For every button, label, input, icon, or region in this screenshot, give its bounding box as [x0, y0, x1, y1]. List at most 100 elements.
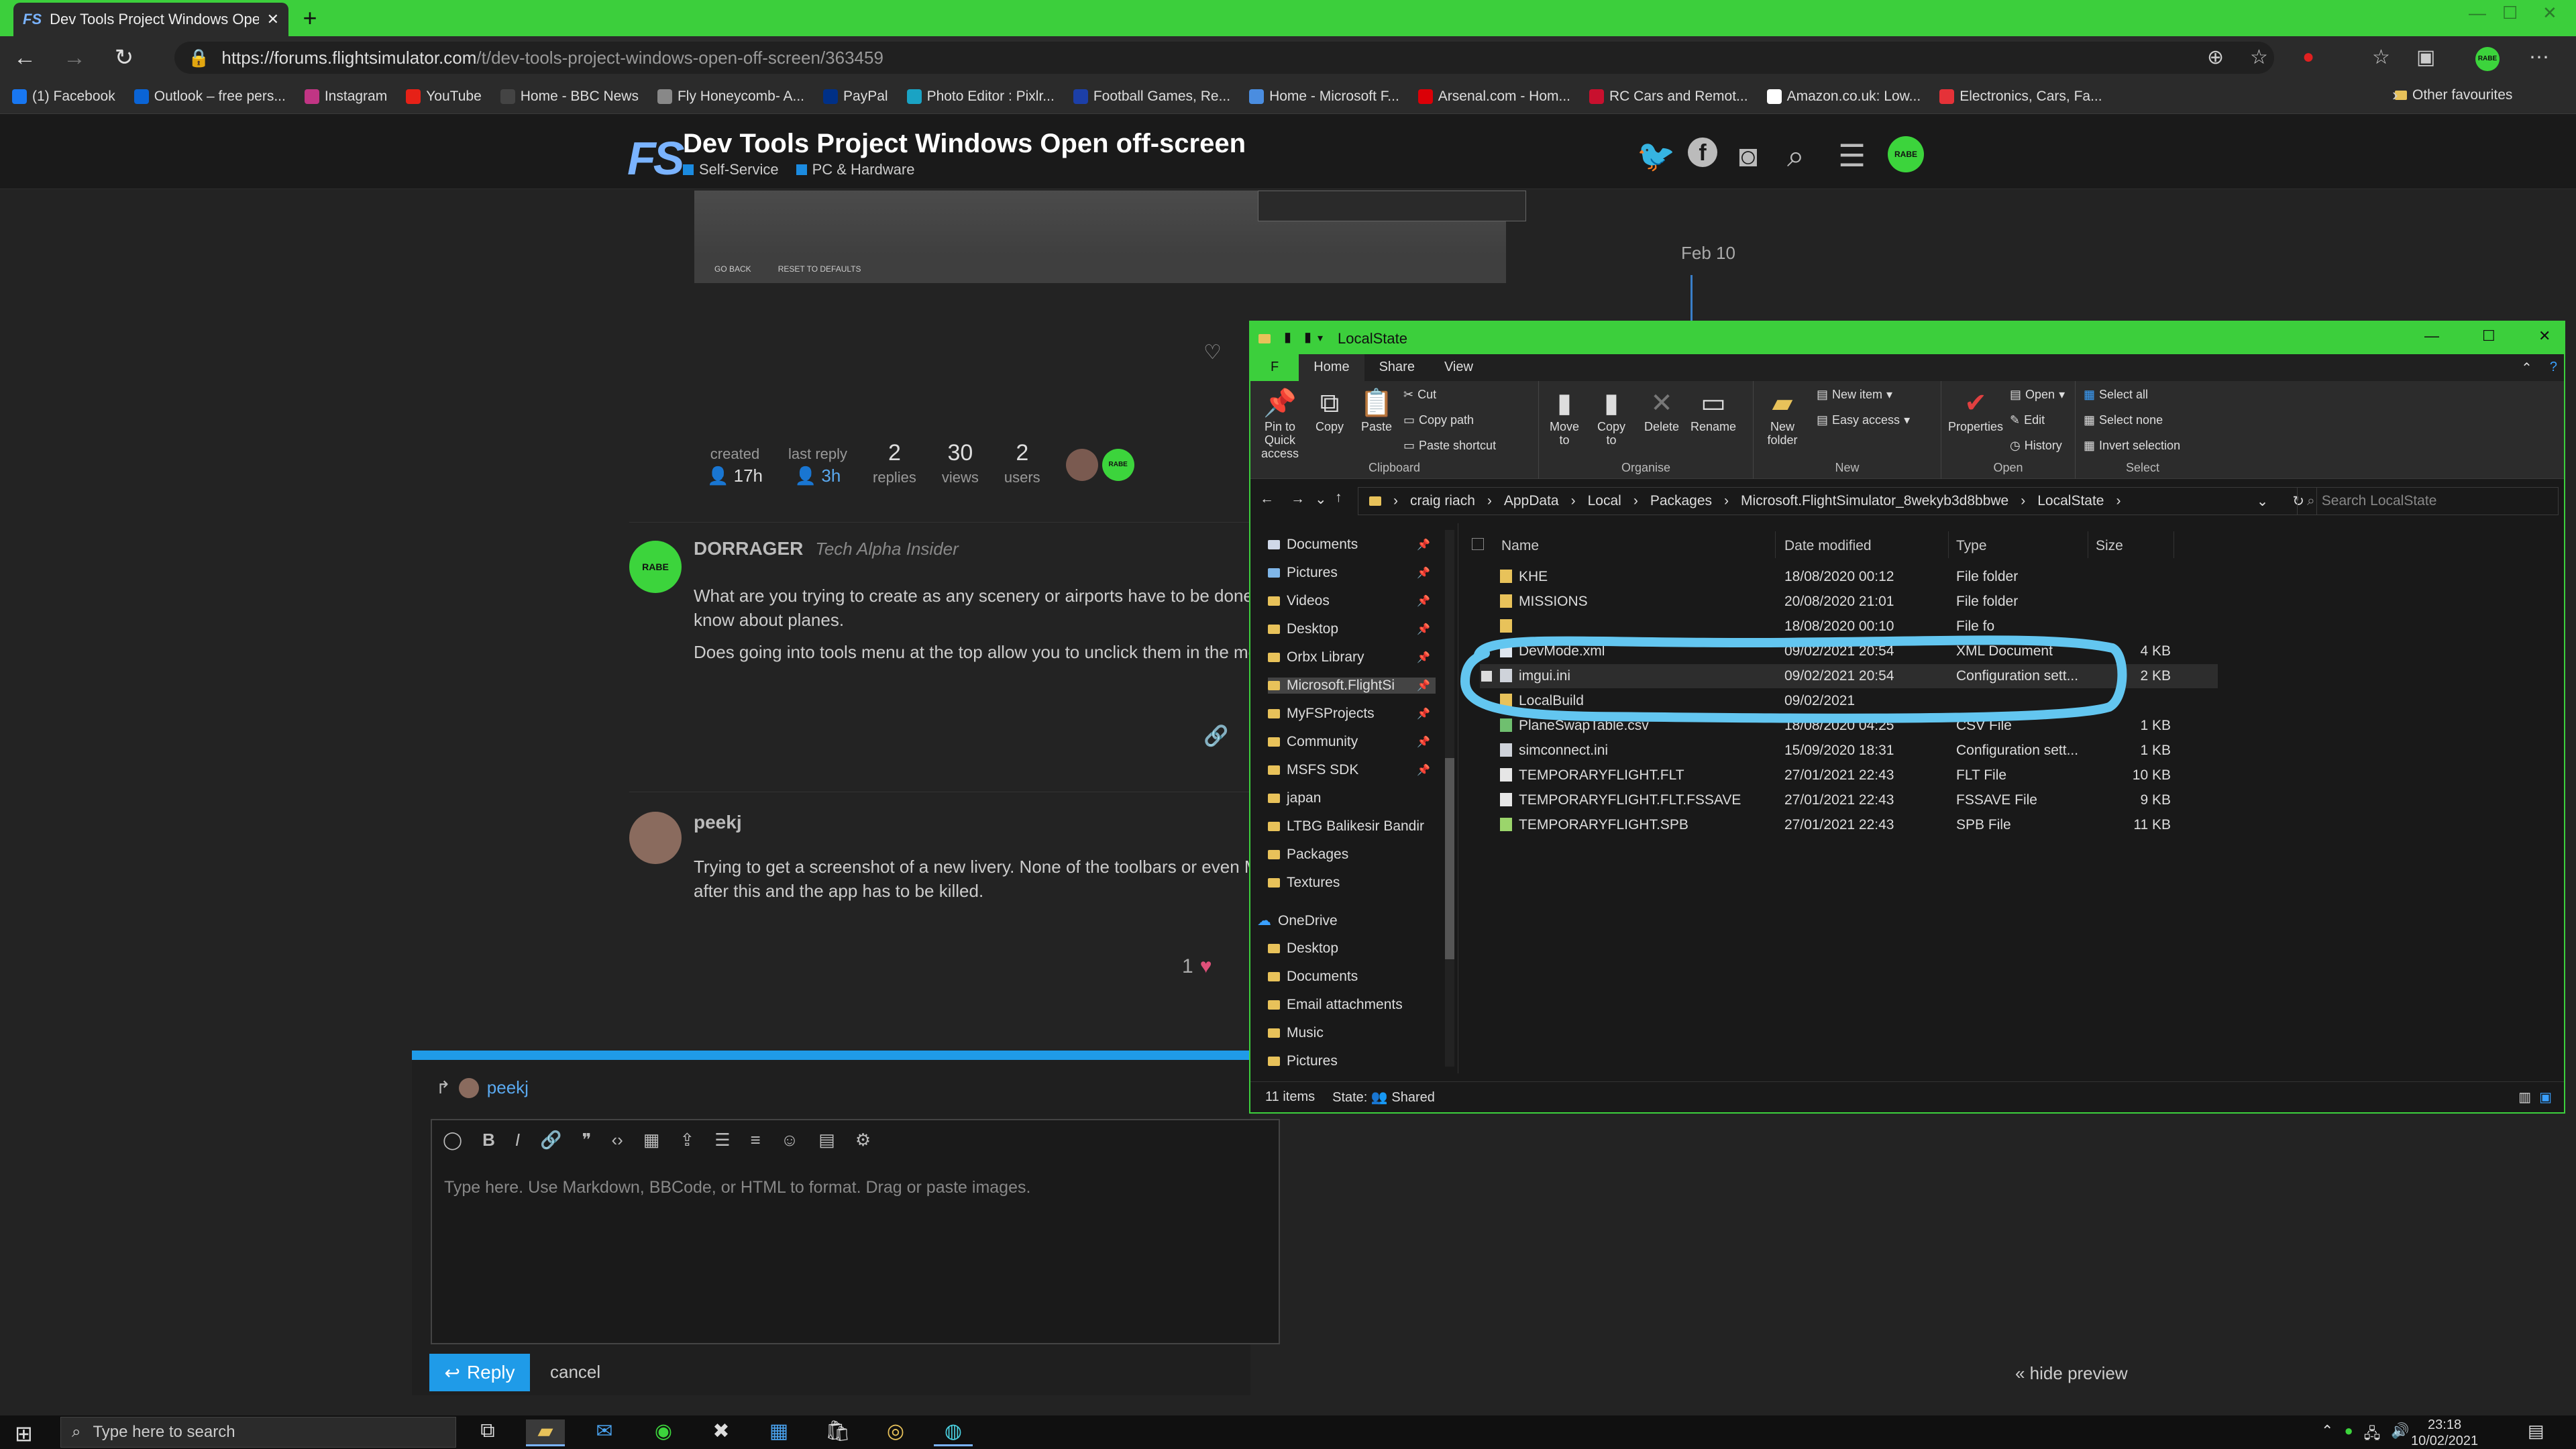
- twitter-icon[interactable]: 🐦: [1637, 138, 1675, 174]
- extension-icon[interactable]: ●: [2302, 46, 2314, 68]
- link-icon[interactable]: 🔗: [540, 1130, 561, 1150]
- nav-item[interactable]: Microsoft.FlightSi 📌: [1268, 678, 1436, 694]
- explorer-search-input[interactable]: ⌕ Search LocalState: [2297, 487, 2559, 515]
- blockquote-icon[interactable]: ❞: [582, 1130, 592, 1150]
- large-icons-view-icon[interactable]: ▣: [2539, 1089, 2552, 1106]
- xbox-icon[interactable]: ✖: [702, 1419, 741, 1446]
- file-row[interactable]: TEMPORARYFLIGHT.SPB 27/01/2021 22:43 SPB F…: [1480, 813, 2218, 837]
- back-button[interactable]: ←: [0, 45, 50, 71]
- column-type[interactable]: Type: [1956, 538, 1987, 554]
- file-row[interactable]: KHE 18/08/2020 00:12 File folder: [1480, 565, 2218, 589]
- forward-button[interactable]: →: [50, 45, 99, 71]
- discord-icon[interactable]: ◙: [1739, 138, 1758, 174]
- taskbar-search-input[interactable]: ⌕ Type here to search: [60, 1417, 456, 1448]
- bookmark-item[interactable]: PayPal: [823, 89, 888, 105]
- post-avatar[interactable]: RABE: [629, 541, 682, 593]
- properties-button[interactable]: ✔ Properties: [1945, 386, 2006, 433]
- minimize-icon[interactable]: —: [2424, 327, 2439, 345]
- select-none-button[interactable]: ▦ Select none: [2084, 413, 2163, 427]
- bookmark-item[interactable]: Photo Editor : Pixlr...: [906, 89, 1055, 105]
- bookmark-item[interactable]: Fly Honeycomb- A...: [657, 89, 804, 105]
- avatar[interactable]: [1065, 449, 1098, 481]
- nav-item[interactable]: Textures: [1268, 875, 1436, 891]
- bookmark-item[interactable]: Instagram: [304, 89, 387, 105]
- delete-button[interactable]: ✕ Delete: [1640, 386, 1684, 433]
- easy-access-button[interactable]: ▤ Easy access ▾: [1817, 413, 1910, 427]
- menu-dots-icon[interactable]: ⋯: [2529, 46, 2549, 69]
- copy-path-button[interactable]: ▭ Copy path: [1403, 413, 1474, 427]
- copy-button[interactable]: ⧉ Copy: [1312, 386, 1347, 433]
- open-button[interactable]: ▤ Open ▾: [2010, 388, 2065, 402]
- user-avatar[interactable]: RABE: [1888, 136, 1924, 172]
- tab-home[interactable]: Home: [1299, 354, 1364, 381]
- notifications-icon[interactable]: ▤: [2528, 1421, 2544, 1442]
- calendar-icon[interactable]: ▤: [818, 1130, 835, 1150]
- profile-avatar[interactable]: RABE: [2475, 47, 2500, 71]
- bookmark-item[interactable]: Home - BBC News: [500, 89, 639, 105]
- table-icon[interactable]: ▦: [643, 1130, 660, 1150]
- like-count[interactable]: 1 ♥: [1182, 955, 1212, 978]
- edit-button[interactable]: ✎ Edit: [2010, 413, 2045, 427]
- nav-item[interactable]: LTBG Balikesir Bandir: [1268, 818, 1436, 835]
- bookmark-item[interactable]: Amazon.co.uk: Low...: [1766, 89, 1921, 105]
- taskbar-clock[interactable]: 23:18 10/02/2021: [2411, 1417, 2478, 1449]
- spotify-icon[interactable]: ◉: [644, 1419, 683, 1446]
- maximize-icon[interactable]: ☐: [2482, 327, 2496, 345]
- nav-item[interactable]: Desktop 📌: [1268, 621, 1436, 637]
- details-view-icon[interactable]: ▥: [2518, 1089, 2531, 1106]
- facebook-icon[interactable]: f: [1688, 138, 1717, 167]
- add-page-icon[interactable]: ⊕: [2207, 46, 2224, 69]
- quote-icon[interactable]: ◯: [443, 1130, 462, 1150]
- close-window-icon[interactable]: ✕: [2542, 3, 2557, 23]
- column-size[interactable]: Size: [2096, 538, 2123, 554]
- hide-preview-link[interactable]: « hide preview: [2015, 1363, 2128, 1384]
- nav-item[interactable]: Desktop: [1268, 941, 1436, 957]
- other-favourites[interactable]: Other favourites: [2395, 87, 2512, 103]
- path-dropdown-icon[interactable]: ⌄: [2257, 493, 2269, 510]
- editor-textarea[interactable]: [431, 1119, 1280, 1344]
- post-screenshot-image[interactable]: GO BACK RESET TO DEFAULTS: [694, 191, 1526, 283]
- bookmark-item[interactable]: Home - Microsoft F...: [1249, 89, 1399, 105]
- hamburger-menu-icon[interactable]: ☰: [1838, 138, 1866, 174]
- upload-icon[interactable]: ⇪: [680, 1130, 694, 1150]
- ribbon-collapse-icon[interactable]: ⌃: [2510, 354, 2543, 381]
- forward-icon[interactable]: →: [1291, 491, 1305, 507]
- column-date[interactable]: Date modified: [1784, 538, 1872, 554]
- timeline-date[interactable]: Feb 10: [1681, 243, 1735, 264]
- file-row[interactable]: TEMPORARYFLIGHT.FLT 27/01/2021 22:43 FLT F…: [1480, 763, 2218, 788]
- post-author[interactable]: peekj: [694, 812, 742, 833]
- site-logo[interactable]: FS: [627, 131, 684, 185]
- nav-item[interactable]: MSFS SDK 📌: [1268, 762, 1436, 778]
- nav-item[interactable]: japan: [1268, 790, 1436, 806]
- category-self-service[interactable]: Self-Service: [683, 161, 779, 178]
- copy-to-button[interactable]: ▮ Copy to: [1591, 386, 1631, 447]
- close-window-icon[interactable]: ✕: [2538, 327, 2551, 345]
- browser-tab[interactable]: FS Dev Tools Project Windows Open ✕: [13, 3, 288, 36]
- bookmark-item[interactable]: (1) Facebook: [12, 89, 115, 105]
- bookmark-item[interactable]: Outlook – free pers...: [133, 89, 286, 105]
- windows-start-icon[interactable]: ⊞: [15, 1421, 33, 1446]
- reply-button[interactable]: ↩ Reply: [429, 1354, 530, 1391]
- collections-icon[interactable]: ▣: [2416, 46, 2435, 69]
- bullet-list-icon[interactable]: ☰: [714, 1130, 730, 1150]
- chrome-icon[interactable]: ◎: [876, 1419, 915, 1446]
- store-icon[interactable]: 🛍: [818, 1419, 857, 1446]
- tray-app-icon[interactable]: ●: [2344, 1422, 2353, 1448]
- recent-chevron-icon[interactable]: ⌄: [1315, 491, 1327, 508]
- task-view-icon[interactable]: ⧉: [468, 1419, 507, 1446]
- nav-item[interactable]: Videos 📌: [1268, 593, 1436, 609]
- explorer-title-bar[interactable]: ▮ ▮ ▾ LocalState — ☐ ✕: [1250, 322, 2564, 354]
- paste-shortcut-button[interactable]: ▭ Paste shortcut: [1403, 439, 1496, 453]
- nav-item[interactable]: Pictures: [1268, 1053, 1436, 1069]
- bookmark-item[interactable]: Football Games, Re...: [1073, 89, 1230, 105]
- explorer-path-bar[interactable]: › craig riach › AppData › Local › Packages ›…: [1358, 487, 2317, 515]
- gear-icon[interactable]: ⚙: [855, 1130, 871, 1150]
- cancel-link[interactable]: cancel: [550, 1362, 600, 1383]
- nav-item[interactable]: Documents 📌: [1268, 537, 1436, 553]
- file-row[interactable]: simconnect.ini 15/09/2020 18:31 Configurat…: [1480, 739, 2218, 763]
- new-folder-button[interactable]: ▰ New folder: [1759, 386, 1806, 447]
- category-pc-hardware[interactable]: PC & Hardware: [796, 161, 915, 178]
- bookmark-item[interactable]: YouTube: [406, 89, 482, 105]
- mail-icon[interactable]: ✉: [585, 1419, 624, 1446]
- nav-item[interactable]: Community 📌: [1268, 734, 1436, 750]
